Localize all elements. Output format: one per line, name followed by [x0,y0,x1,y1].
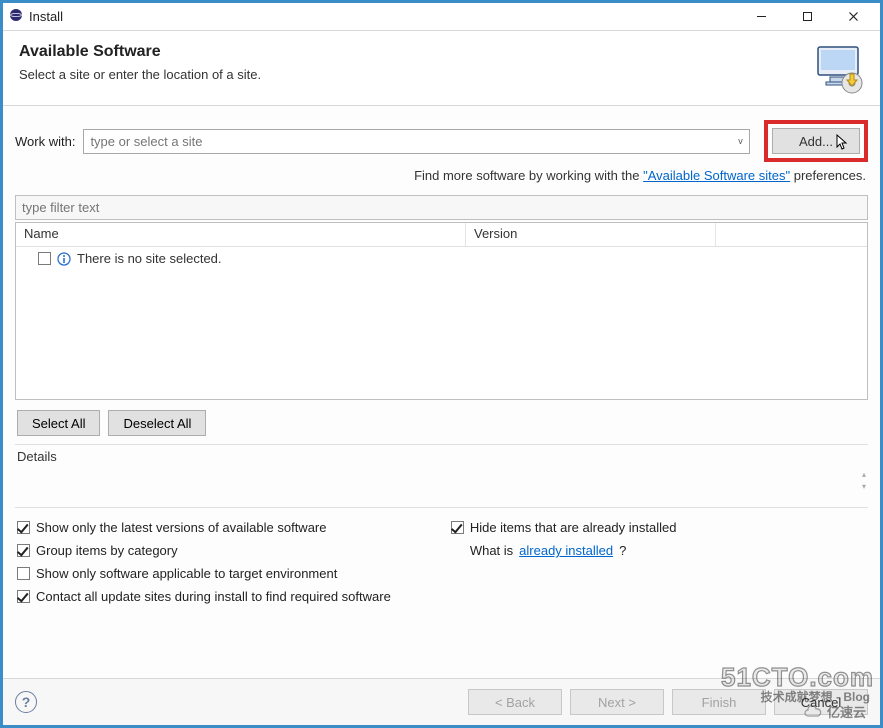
available-software-sites-link[interactable]: "Available Software sites" [643,168,790,183]
column-name[interactable]: Name [16,223,466,246]
opt-label: Show only the latest versions of availab… [36,520,327,535]
checkbox-icon[interactable] [17,521,30,534]
opt-label: Show only software applicable to target … [36,566,337,581]
page-subtitle: Select a site or enter the location of a… [19,67,261,82]
workwith-label: Work with: [15,134,75,149]
filter-input[interactable] [15,195,868,220]
opt-latest-versions[interactable]: Show only the latest versions of availab… [17,520,391,535]
checkbox-icon[interactable] [451,521,464,534]
workwith-input[interactable] [83,129,732,154]
empty-row-label: There is no site selected. [77,251,222,266]
add-button-highlight: Add... [764,120,868,162]
options-left-column: Show only the latest versions of availab… [17,520,391,604]
eclipse-icon [9,8,23,25]
opt-hide-already-installed[interactable]: Hide items that are already installed [451,520,677,535]
opt-applicable-target-env[interactable]: Show only software applicable to target … [17,566,391,581]
back-button: < Back [468,689,562,715]
column-spacer [716,223,867,246]
tree-empty-row: There is no site selected. [16,249,867,268]
details-label: Details [15,444,868,466]
opt-label: Group items by category [36,543,178,558]
findmore-text: Find more software by working with the "… [15,166,868,195]
maximize-button[interactable] [784,4,830,30]
cancel-button[interactable]: Cancel [774,689,868,715]
row-checkbox[interactable] [38,252,51,265]
options-right-column: Hide items that are already installed Wh… [451,520,677,604]
opt-group-by-category[interactable]: Group items by category [17,543,391,558]
install-monitor-icon [812,43,864,95]
minimize-button[interactable] [738,4,784,30]
software-tree: Name Version There is no site selected. [15,222,868,400]
next-button: Next > [570,689,664,715]
finish-button: Finish [672,689,766,715]
header-band: Available Software Select a site or ente… [3,31,880,106]
opt-label: Hide items that are already installed [470,520,677,535]
already-installed-text: What is already installed ? [451,543,677,558]
already-installed-link[interactable]: already installed [519,543,613,558]
add-button[interactable]: Add... [772,128,860,154]
close-button[interactable] [830,4,876,30]
select-all-button[interactable]: Select All [17,410,100,436]
window-title: Install [29,9,63,24]
details-box: ▴▾ [15,466,868,508]
column-version[interactable]: Version [466,223,716,246]
info-icon [57,252,71,266]
details-scroll[interactable]: ▴▾ [862,472,866,490]
opt-contact-update-sites[interactable]: Contact all update sites during install … [17,589,391,604]
workwith-dropdown-arrow[interactable]: v [732,129,750,154]
opt-label: Contact all update sites during install … [36,589,391,604]
page-title: Available Software [19,43,261,61]
checkbox-icon[interactable] [17,567,30,580]
deselect-all-button[interactable]: Deselect All [108,410,206,436]
help-icon[interactable]: ? [15,691,37,713]
titlebar: Install [3,3,880,31]
checkbox-icon[interactable] [17,590,30,603]
checkbox-icon[interactable] [17,544,30,557]
wizard-footer: ? < Back Next > Finish Cancel [3,678,880,725]
